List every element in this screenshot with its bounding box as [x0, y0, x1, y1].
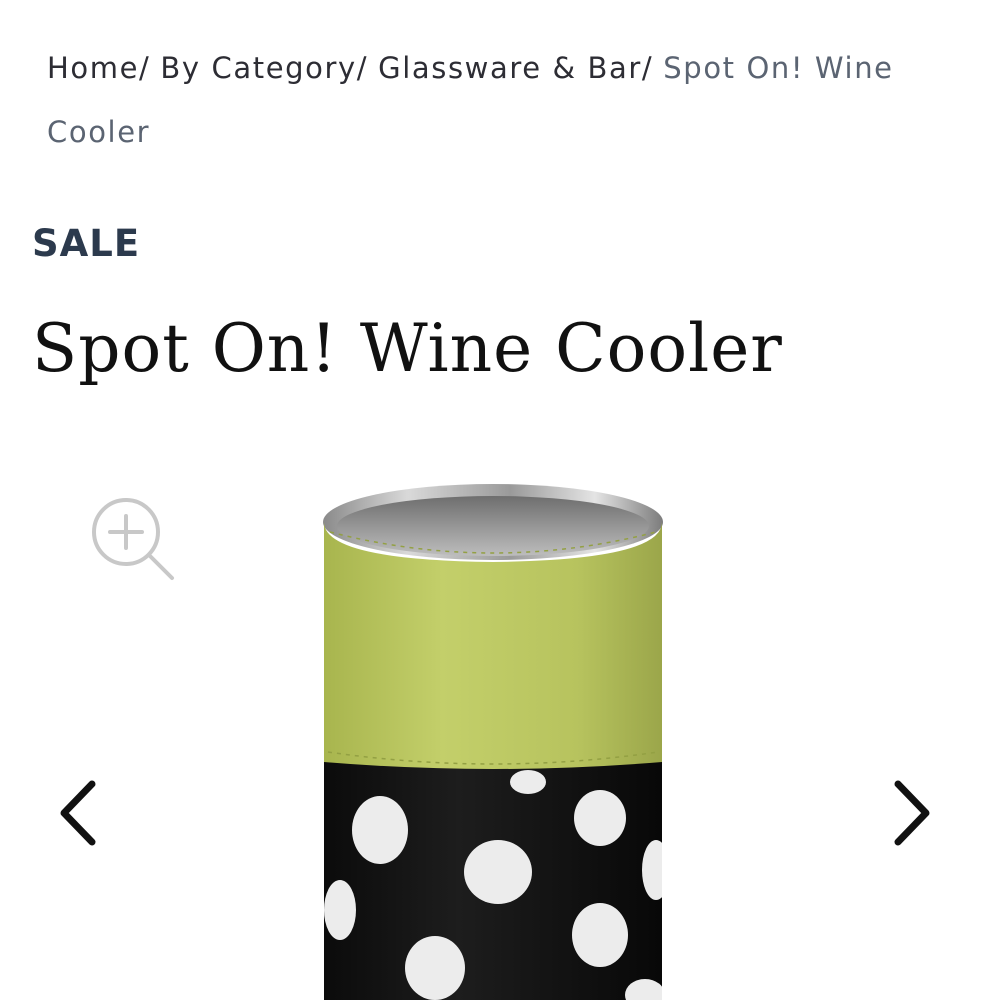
product-image[interactable] — [300, 470, 700, 1000]
zoom-in-icon[interactable] — [86, 492, 180, 586]
chevron-left-icon[interactable] — [56, 778, 102, 848]
breadcrumb-separator: / — [139, 51, 151, 85]
sale-badge: SALE — [32, 222, 141, 265]
chevron-right-icon[interactable] — [888, 778, 934, 848]
breadcrumb-by-category[interactable]: By Category — [160, 51, 356, 85]
breadcrumb-separator: / — [356, 51, 369, 85]
breadcrumb-glassware-bar[interactable]: Glassware & Bar — [378, 51, 642, 85]
breadcrumb: Home/By Category/Glassware & Bar/Spot On… — [47, 36, 947, 164]
product-title: Spot On! Wine Cooler — [32, 310, 783, 387]
breadcrumb-home[interactable]: Home — [47, 51, 139, 85]
breadcrumb-separator: / — [641, 51, 654, 85]
